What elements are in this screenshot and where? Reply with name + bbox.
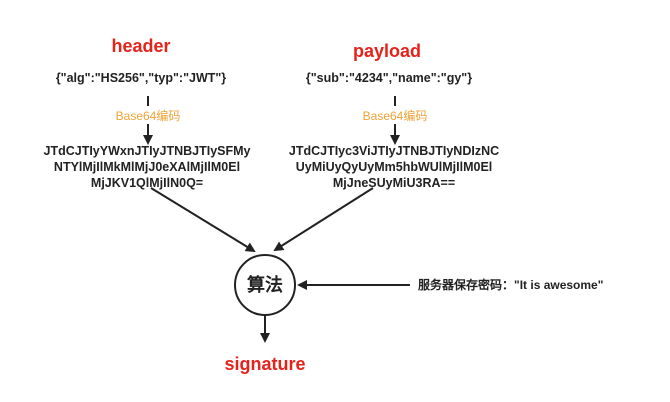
payload-to-algorithm-arrow	[273, 187, 374, 252]
header-to-algorithm-arrow	[150, 187, 256, 253]
secret-label: 服务器保存密码："It is awesome"	[418, 277, 603, 292]
header-json: {"alg":"HS256","typ":"JWT"}	[56, 71, 226, 85]
header-title: header	[111, 36, 170, 56]
payload-encoded-line-2: UyMiUyQyUyMm5hbWUlMjIlM0El	[296, 160, 493, 174]
payload-encode-label: Base64编码	[363, 108, 428, 123]
header-encode-label: Base64编码	[116, 108, 181, 123]
signature-label: signature	[224, 354, 305, 374]
payload-json: {"sub":"4234","name":"gy"}	[306, 71, 472, 85]
jwt-signature-diagram: header {"alg":"HS256","typ":"JWT"} Base6…	[44, 36, 604, 374]
algorithm-label: 算法	[247, 274, 283, 295]
payload-title: payload	[353, 41, 421, 61]
header-encoded-line-2: NTYlMjIlMkMlMjJ0eXAlMjIlM0El	[54, 160, 240, 174]
payload-encoded-line-1: JTdCJTIyc3ViJTIyJTNBJTIyNDIzNC	[289, 144, 499, 158]
payload-encoded-line-3: MjJneSUyMiU3RA==	[333, 176, 455, 190]
header-encoded-line-3: MjJKV1QlMjIlN0Q=	[91, 176, 203, 190]
header-encoded-line-1: JTdCJTIyYWxnJTIyJTNBJTIySFMy	[44, 144, 251, 158]
